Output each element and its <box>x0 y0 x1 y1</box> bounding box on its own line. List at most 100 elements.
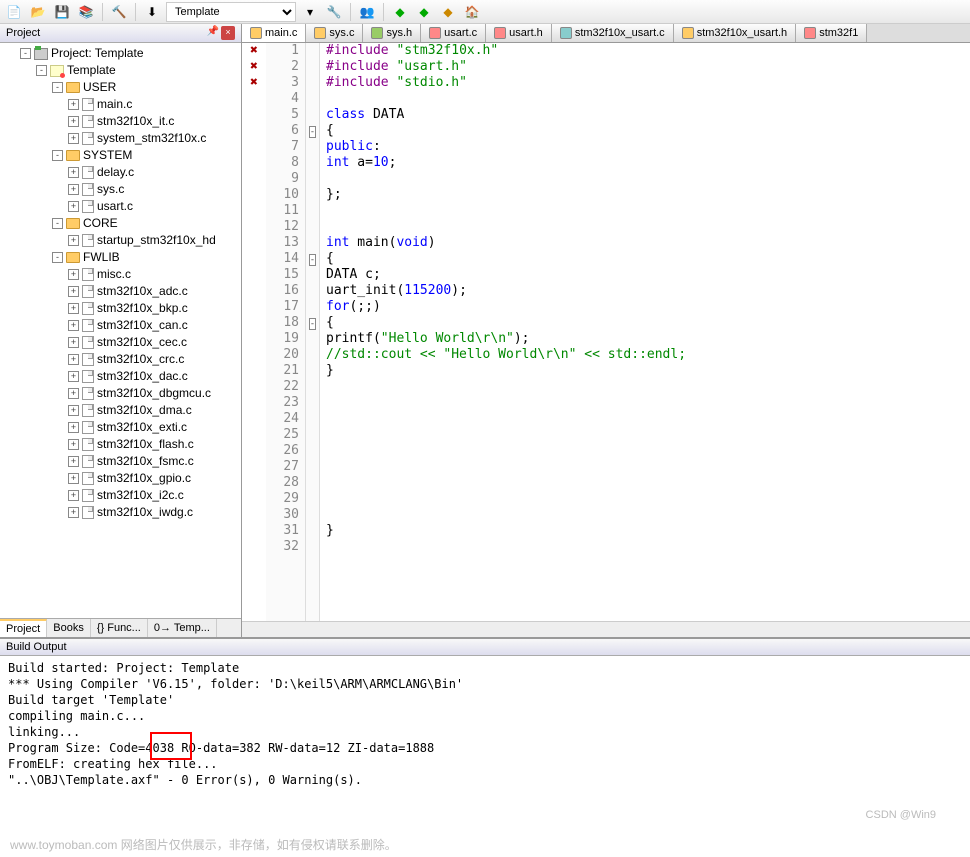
project-pane-tabs: ProjectBooks{} Func...0→ Temp... <box>0 618 241 637</box>
file-icon <box>82 166 94 179</box>
file-icon <box>82 302 94 315</box>
pane-close-icon[interactable]: × <box>221 26 235 40</box>
file-icon <box>82 336 94 349</box>
pane-tab-{} Func...[interactable]: {} Func... <box>91 619 148 637</box>
folder-CORE[interactable]: -CORE <box>50 215 239 232</box>
file-icon <box>82 404 94 417</box>
build-output-title: Build Output <box>0 639 970 656</box>
file-icon <box>82 319 94 332</box>
file-node[interactable]: +stm32f10x_gpio.c <box>66 470 239 487</box>
folder-icon <box>66 218 80 229</box>
dropdown-icon[interactable]: ▾ <box>300 2 320 22</box>
folder-icon <box>66 82 80 93</box>
error-gutter: ✖✖✖ <box>242 43 266 621</box>
file-tab[interactable]: sys.h <box>363 24 421 42</box>
file-node[interactable]: +stm32f10x_dbgmcu.c <box>66 385 239 402</box>
file-tab[interactable]: main.c <box>242 24 306 42</box>
nav-back-icon[interactable]: ◆ <box>390 2 410 22</box>
project-icon <box>34 48 48 60</box>
file-icon <box>82 506 94 519</box>
file-node[interactable]: +usart.c <box>66 198 239 215</box>
file-icon <box>82 438 94 451</box>
file-tab[interactable]: usart.h <box>486 24 552 42</box>
pane-tab-0→ Temp...[interactable]: 0→ Temp... <box>148 619 217 637</box>
file-node[interactable]: +stm32f10x_flash.c <box>66 436 239 453</box>
file-tab[interactable]: stm32f10x_usart.h <box>674 24 797 42</box>
nav-fwd-icon[interactable]: ◆ <box>414 2 434 22</box>
target-icon <box>50 65 64 77</box>
load-icon[interactable]: ⬇ <box>142 2 162 22</box>
file-node[interactable]: +stm32f10x_dac.c <box>66 368 239 385</box>
file-type-icon <box>371 27 383 39</box>
file-icon <box>82 370 94 383</box>
file-icon <box>82 285 94 298</box>
file-icon <box>82 387 94 400</box>
file-tab[interactable]: usart.c <box>421 24 486 42</box>
file-icon <box>82 98 94 111</box>
project-pane-title: Project 📌× <box>0 24 241 43</box>
file-tab[interactable]: stm32f1 <box>796 24 867 42</box>
file-icon <box>82 421 94 434</box>
file-node[interactable]: +stm32f10x_can.c <box>66 317 239 334</box>
books-icon[interactable]: 📚 <box>76 2 96 22</box>
file-node[interactable]: +stm32f10x_i2c.c <box>66 487 239 504</box>
file-node[interactable]: +delay.c <box>66 164 239 181</box>
folder-icon <box>66 252 80 263</box>
file-tabs: main.csys.csys.husart.cusart.hstm32f10x_… <box>242 24 970 43</box>
file-tab[interactable]: sys.c <box>306 24 363 42</box>
folder-SYSTEM[interactable]: -SYSTEM <box>50 147 239 164</box>
highlight-box <box>150 732 192 760</box>
file-node[interactable]: +stm32f10x_iwdg.c <box>66 504 239 521</box>
folder-icon <box>66 150 80 161</box>
pane-tab-Books[interactable]: Books <box>47 619 91 637</box>
debug-icon[interactable]: ◆ <box>438 2 458 22</box>
open-icon[interactable]: 📂 <box>28 2 48 22</box>
code-content[interactable]: #include "stm32f10x.h"#include "usart.h"… <box>320 43 970 621</box>
file-node[interactable]: +stm32f10x_dma.c <box>66 402 239 419</box>
editor-hscroll[interactable] <box>242 621 970 637</box>
project-tree[interactable]: -Project: Template-Template-USER+main.c+… <box>0 43 241 618</box>
home-icon[interactable]: 🏠 <box>462 2 482 22</box>
folder-USER[interactable]: -USER <box>50 79 239 96</box>
credit-watermark: CSDN @Win9 <box>866 809 936 821</box>
file-type-icon <box>429 27 441 39</box>
file-node[interactable]: +stm32f10x_cec.c <box>66 334 239 351</box>
pane-pin-icon[interactable]: 📌 <box>207 26 219 40</box>
file-type-icon <box>804 27 816 39</box>
file-type-icon <box>494 27 506 39</box>
file-tab[interactable]: stm32f10x_usart.c <box>552 24 674 42</box>
file-node[interactable]: +sys.c <box>66 181 239 198</box>
main-toolbar: 📄 📂 💾 📚 🔨 ⬇ Template ▾ 🔧 👥 ◆ ◆ ◆ 🏠 <box>0 0 970 24</box>
build-icon[interactable]: 🔨 <box>109 2 129 22</box>
code-editor[interactable]: ✖✖✖1234567891011121314151617181920212223… <box>242 43 970 621</box>
target-select[interactable]: Template <box>166 2 296 22</box>
file-node[interactable]: +misc.c <box>66 266 239 283</box>
pane-tab-Project[interactable]: Project <box>0 619 47 637</box>
file-icon <box>82 268 94 281</box>
fold-gutter[interactable]: --- <box>306 43 320 621</box>
line-number-gutter: 1234567891011121314151617181920212223242… <box>266 43 306 621</box>
project-title-label: Project <box>6 27 40 39</box>
file-node[interactable]: +stm32f10x_adc.c <box>66 283 239 300</box>
manage-icon[interactable]: 👥 <box>357 2 377 22</box>
file-node[interactable]: +stm32f10x_it.c <box>66 113 239 130</box>
file-node[interactable]: +startup_stm32f10x_hd <box>66 232 239 249</box>
file-node[interactable]: +main.c <box>66 96 239 113</box>
file-node[interactable]: +system_stm32f10x.c <box>66 130 239 147</box>
file-node[interactable]: +stm32f10x_exti.c <box>66 419 239 436</box>
file-icon <box>82 455 94 468</box>
options-icon[interactable]: 🔧 <box>324 2 344 22</box>
folder-FWLIB[interactable]: -FWLIB <box>50 249 239 266</box>
project-pane: Project 📌× -Project: Template-Template-U… <box>0 24 242 637</box>
file-type-icon <box>250 27 262 39</box>
file-icon <box>82 183 94 196</box>
file-node[interactable]: +stm32f10x_fsmc.c <box>66 453 239 470</box>
save-all-icon[interactable]: 💾 <box>52 2 72 22</box>
build-output-body[interactable]: Build started: Project: Template *** Usi… <box>0 656 970 788</box>
file-icon <box>82 115 94 128</box>
file-icon <box>82 472 94 485</box>
file-node[interactable]: +stm32f10x_crc.c <box>66 351 239 368</box>
build-output-pane: Build Output Build started: Project: Tem… <box>0 637 970 788</box>
file-node[interactable]: +stm32f10x_bkp.c <box>66 300 239 317</box>
new-file-icon[interactable]: 📄 <box>4 2 24 22</box>
